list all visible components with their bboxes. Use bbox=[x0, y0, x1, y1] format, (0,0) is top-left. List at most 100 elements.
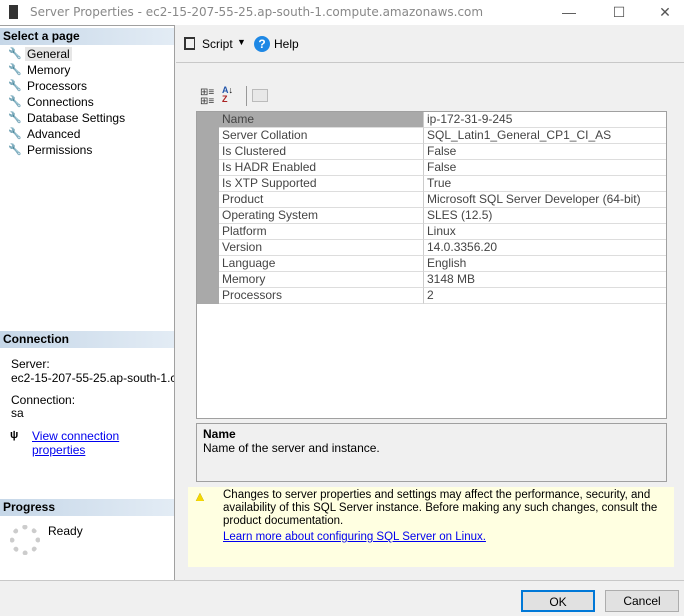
row-gutter bbox=[197, 112, 219, 128]
progress-spinner-icon bbox=[10, 525, 40, 555]
property-row[interactable]: Memory 3148 MB bbox=[197, 272, 666, 288]
page-item-label: Memory bbox=[27, 63, 71, 77]
property-row[interactable]: Server Collation SQL_Latin1_General_CP1_C… bbox=[197, 128, 666, 144]
page-item-processors[interactable]: 🔧 Processors bbox=[8, 78, 89, 94]
property-value[interactable]: Linux bbox=[424, 224, 666, 240]
page-item-general[interactable]: 🔧 General bbox=[8, 46, 72, 62]
close-button[interactable]: ✕ bbox=[642, 0, 684, 25]
property-value[interactable]: False bbox=[424, 144, 666, 160]
property-value[interactable]: True bbox=[424, 176, 666, 192]
learn-more-link[interactable]: Learn more about configuring SQL Server … bbox=[223, 531, 486, 544]
left-panel: Select a page 🔧 General 🔧 Memory 🔧 Processors… bbox=[0, 25, 175, 580]
property-name: Product bbox=[219, 192, 424, 208]
property-row[interactable]: Is Clustered False bbox=[197, 144, 666, 160]
page-item-label: Connections bbox=[27, 95, 94, 109]
row-gutter bbox=[197, 160, 219, 176]
wrench-icon: 🔧 bbox=[8, 80, 22, 92]
page-item-database-settings[interactable]: 🔧 Database Settings bbox=[8, 110, 127, 126]
property-row[interactable]: Is XTP Supported True bbox=[197, 176, 666, 192]
property-name: Operating System bbox=[219, 208, 424, 224]
ok-button[interactable]: OK bbox=[521, 590, 595, 612]
property-grid: Name ip-172-31-9-245 Server Collation SQL_L… bbox=[196, 111, 667, 419]
page-item-memory[interactable]: 🔧 Memory bbox=[8, 62, 72, 78]
property-value[interactable]: Microsoft SQL Server Developer (64-bit) bbox=[424, 192, 666, 208]
view-connection-properties-link[interactable]: View connection properties bbox=[32, 429, 174, 457]
row-gutter bbox=[197, 240, 219, 256]
row-gutter bbox=[197, 192, 219, 208]
property-name: Is XTP Supported bbox=[219, 176, 424, 192]
footer-divider bbox=[0, 580, 684, 581]
script-button[interactable]: Script bbox=[202, 37, 233, 51]
toolbar-divider bbox=[246, 86, 247, 106]
property-value[interactable]: English bbox=[424, 256, 666, 272]
cancel-button[interactable]: Cancel bbox=[605, 590, 679, 612]
wrench-icon: 🔧 bbox=[8, 48, 22, 60]
progress-header: Progress bbox=[0, 499, 174, 516]
help-button[interactable]: Help bbox=[274, 37, 299, 51]
property-row[interactable]: Language English bbox=[197, 256, 666, 272]
window-title: Server Properties - ec2-15-207-55-25.ap-… bbox=[30, 5, 484, 19]
page-item-label: General bbox=[25, 47, 72, 61]
server-value: ec2-15-207-55-25.ap-south-1.compute.amaz… bbox=[11, 371, 174, 385]
property-row[interactable]: Processors 2 bbox=[197, 288, 666, 304]
progress-status: Ready bbox=[48, 524, 83, 538]
row-gutter bbox=[197, 144, 219, 160]
description-title: Name bbox=[203, 427, 236, 441]
description-panel: Name Name of the server and instance. bbox=[196, 423, 667, 482]
row-gutter bbox=[197, 272, 219, 288]
wrench-icon: 🔧 bbox=[8, 144, 22, 156]
title-bar: Server Properties - ec2-15-207-55-25.ap-… bbox=[0, 0, 684, 25]
property-value[interactable]: 3148 MB bbox=[424, 272, 666, 288]
wrench-icon: 🔧 bbox=[8, 112, 22, 124]
server-label: Server: bbox=[11, 357, 50, 371]
property-name: Language bbox=[219, 256, 424, 272]
minimize-button[interactable]: — bbox=[546, 0, 592, 25]
property-name: Is HADR Enabled bbox=[219, 160, 424, 176]
property-value[interactable]: SQL_Latin1_General_CP1_CI_AS bbox=[424, 128, 666, 144]
property-value[interactable]: 14.0.3356.20 bbox=[424, 240, 666, 256]
property-name: Version bbox=[219, 240, 424, 256]
page-item-label: Permissions bbox=[27, 143, 93, 157]
warning-text: Changes to server properties and setting… bbox=[223, 489, 658, 527]
connection-value: sa bbox=[11, 406, 24, 420]
property-name: Server Collation bbox=[219, 128, 424, 144]
property-name: Memory bbox=[219, 272, 424, 288]
toolbar: Script ▼ ? Help bbox=[176, 25, 684, 63]
property-row[interactable]: Version 14.0.3356.20 bbox=[197, 240, 666, 256]
property-value[interactable]: False bbox=[424, 160, 666, 176]
categorized-icon[interactable]: ⊞≡ ⊞≡ bbox=[200, 88, 214, 107]
row-gutter bbox=[197, 224, 219, 240]
page-item-label: Database Settings bbox=[27, 111, 126, 125]
property-row[interactable]: Operating System SLES (12.5) bbox=[197, 208, 666, 224]
wrench-icon: 🔧 bbox=[8, 64, 22, 76]
property-value[interactable]: 2 bbox=[424, 288, 666, 304]
page-item-label: Advanced bbox=[27, 127, 81, 141]
property-row[interactable]: Platform Linux bbox=[197, 224, 666, 240]
property-row[interactable]: Product Microsoft SQL Server Developer (6… bbox=[197, 192, 666, 208]
page-item-permissions[interactable]: 🔧 Permissions bbox=[8, 142, 94, 158]
property-name: Name bbox=[219, 112, 424, 128]
description-text: Name of the server and instance. bbox=[203, 441, 380, 455]
maximize-button[interactable]: ☐ bbox=[596, 0, 642, 25]
property-value[interactable]: ip-172-31-9-245 bbox=[424, 112, 666, 128]
warning-icon: ▲ bbox=[193, 488, 207, 504]
page-item-label: Processors bbox=[27, 79, 88, 93]
help-icon[interactable]: ? bbox=[254, 36, 270, 52]
sort-alpha-icon[interactable]: A↓ Z bbox=[222, 86, 233, 104]
connection-label: Connection: bbox=[11, 393, 76, 407]
property-name: Processors bbox=[219, 288, 424, 304]
property-row[interactable]: Name ip-172-31-9-245 bbox=[197, 112, 666, 128]
property-pages-icon bbox=[252, 89, 268, 102]
row-gutter bbox=[197, 288, 219, 304]
page-item-connections[interactable]: 🔧 Connections bbox=[8, 94, 96, 110]
wrench-icon: 🔧 bbox=[8, 96, 22, 108]
property-row[interactable]: Is HADR Enabled False bbox=[197, 160, 666, 176]
plug-icon: ψ bbox=[10, 429, 19, 441]
row-gutter bbox=[197, 256, 219, 272]
page-item-advanced[interactable]: 🔧 Advanced bbox=[8, 126, 82, 142]
wrench-icon: 🔧 bbox=[8, 128, 22, 140]
script-dropdown-icon[interactable]: ▼ bbox=[237, 37, 246, 47]
select-page-header: Select a page bbox=[0, 28, 174, 45]
property-value[interactable]: SLES (12.5) bbox=[424, 208, 666, 224]
property-name: Is Clustered bbox=[219, 144, 424, 160]
